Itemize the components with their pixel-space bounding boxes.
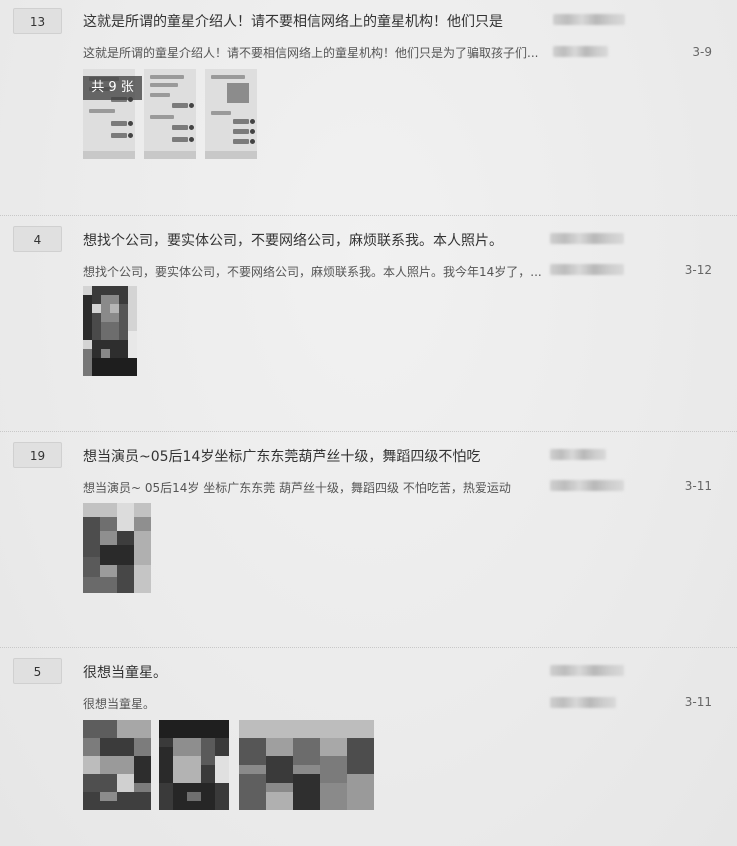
pixelated-photo [83, 720, 151, 810]
thread-item[interactable]: 13 这就是所谓的童星介绍人！请不要相信网络上的童星机构！他们只是 这就是所谓的… [0, 0, 737, 216]
thread-image-thumbnail[interactable] [83, 720, 151, 810]
pixelated-photo [159, 720, 229, 810]
pixelated-photo [83, 503, 151, 593]
thread-excerpt: 这就是所谓的童星介绍人！请不要相信网络上的童星机构！他们只是为了骗取孩子们... [83, 46, 539, 60]
thread-list: 13 这就是所谓的童星介绍人！请不要相信网络上的童星机构！他们只是 这就是所谓的… [0, 0, 737, 846]
reply-count-badge: 5 [13, 658, 62, 684]
author-name-blurred[interactable] [550, 665, 624, 676]
thread-image-thumbnail[interactable] [83, 286, 137, 376]
thread-excerpt: 想找个公司，要实体公司，不要网络公司，麻烦联系我。本人照片。我今年14岁了，..… [83, 265, 542, 279]
author-name-blurred[interactable] [553, 14, 625, 25]
reply-count-badge: 19 [13, 442, 62, 468]
last-reply-date: 3-11 [684, 479, 712, 493]
last-reply-user-blurred[interactable] [550, 697, 616, 708]
image-count-overlay: 共 9 张 [83, 76, 142, 100]
last-reply-user-blurred[interactable] [553, 46, 608, 57]
thread-image-thumbnail[interactable] [239, 720, 374, 810]
author-name-blurred[interactable] [550, 449, 606, 460]
reply-count-badge: 13 [13, 8, 62, 34]
thread-title[interactable]: 很想当童星。 [83, 662, 167, 682]
pixelated-photo [83, 286, 137, 376]
thread-item[interactable]: 5 很想当童星。 很想当童星。 3-11 [0, 648, 737, 846]
thread-item[interactable]: 19 想当演员~05后14岁坐标广东东莞葫芦丝十级，舞蹈四级不怕吃 想当演员~ … [0, 432, 737, 648]
last-reply-date: 3-12 [684, 263, 712, 277]
thread-image-thumbnail[interactable] [205, 69, 257, 159]
thread-title[interactable]: 想当演员~05后14岁坐标广东东莞葫芦丝十级，舞蹈四级不怕吃 [83, 446, 480, 466]
last-reply-date: 3-9 [692, 45, 712, 59]
thread-excerpt: 想当演员~ 05后14岁 坐标广东东莞 葫芦丝十级，舞蹈四级 不怕吃苦，热爱运动 [83, 481, 511, 495]
author-name-blurred[interactable] [550, 233, 624, 244]
pixelated-photo [239, 720, 374, 810]
thread-image-thumbnail[interactable] [83, 503, 151, 593]
thread-title[interactable]: 这就是所谓的童星介绍人！请不要相信网络上的童星机构！他们只是 [83, 11, 503, 31]
last-reply-date: 3-11 [684, 695, 712, 709]
thread-title[interactable]: 想找个公司，要实体公司，不要网络公司，麻烦联系我。本人照片。 [83, 230, 503, 250]
thread-image-thumbnail[interactable] [159, 720, 229, 810]
thread-item[interactable]: 4 想找个公司，要实体公司，不要网络公司，麻烦联系我。本人照片。 想找个公司，要… [0, 216, 737, 432]
thread-image-thumbnail[interactable] [144, 69, 196, 159]
last-reply-user-blurred[interactable] [550, 480, 624, 491]
thread-excerpt: 很想当童星。 [83, 697, 156, 711]
reply-count-badge: 4 [13, 226, 62, 252]
last-reply-user-blurred[interactable] [550, 264, 624, 275]
